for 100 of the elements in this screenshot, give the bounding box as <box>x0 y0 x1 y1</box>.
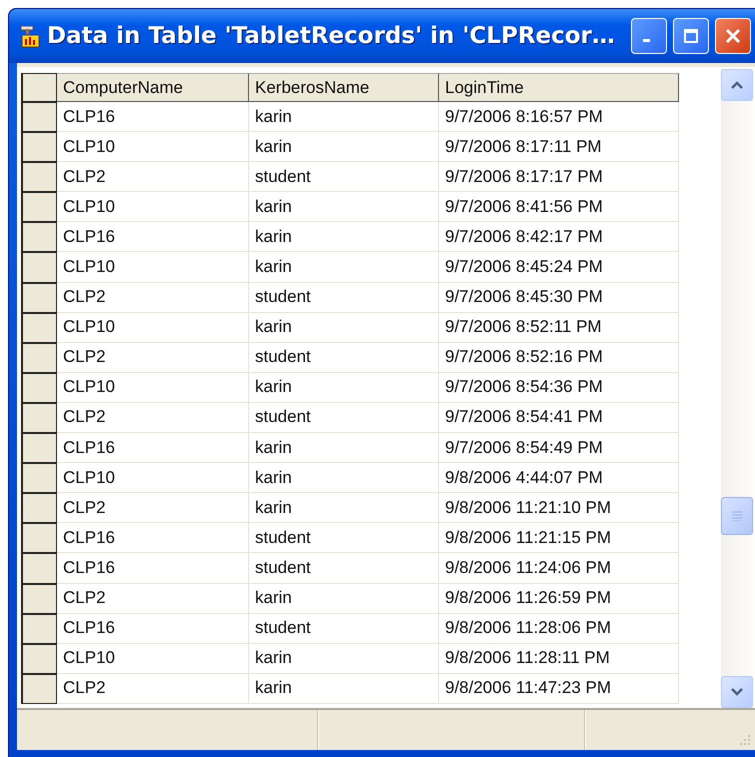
table-cell: karin <box>249 222 439 252</box>
table-cell: 9/7/2006 8:17:11 PM <box>439 132 679 162</box>
table-cell: student <box>249 162 439 192</box>
table-cell: CLP2 <box>57 584 249 614</box>
table-cell: CLP2 <box>57 674 249 704</box>
table-cell: 9/8/2006 11:21:15 PM <box>439 523 679 554</box>
row-selector[interactable] <box>21 523 57 554</box>
table-cell: CLP2 <box>57 342 249 373</box>
scroll-up-button[interactable] <box>721 69 753 101</box>
row-selector[interactable] <box>21 282 57 313</box>
close-button[interactable] <box>715 18 751 54</box>
table-cell: student <box>249 402 439 434</box>
table-cell: student <box>249 282 439 313</box>
table-cell: CLP16 <box>57 433 249 464</box>
window-title: Data in Table 'TabletRecords' in 'CLPRecor… <box>47 23 616 49</box>
row-selector[interactable] <box>21 463 57 494</box>
table-cell: 9/7/2006 8:41:56 PM <box>439 192 679 222</box>
table-cell: CLP16 <box>57 523 249 554</box>
column-header[interactable]: KerberosName <box>249 73 439 102</box>
maximize-button[interactable] <box>673 18 709 54</box>
row-header <box>21 73 57 102</box>
table-cell: 9/7/2006 8:45:24 PM <box>439 252 679 283</box>
table-cell: CLP10 <box>57 463 249 494</box>
row-selector[interactable] <box>21 222 57 252</box>
table-cell: CLP10 <box>57 644 249 674</box>
table-cell: student <box>249 342 439 373</box>
table-cell: karin <box>249 433 439 464</box>
row-selector[interactable] <box>21 102 57 132</box>
row-selector[interactable] <box>21 614 57 644</box>
table-hammer-icon <box>19 24 41 48</box>
table-cell: 9/7/2006 8:54:41 PM <box>439 402 679 434</box>
table-cell: CLP16 <box>57 553 249 584</box>
close-icon <box>725 28 741 44</box>
table-cell: 9/8/2006 11:28:06 PM <box>439 614 679 644</box>
table-cell: 9/7/2006 8:52:11 PM <box>439 312 679 343</box>
table-cell: CLP16 <box>57 222 249 252</box>
row-selector[interactable] <box>21 402 57 434</box>
table-cell: CLP10 <box>57 132 249 162</box>
table-cell: karin <box>249 252 439 283</box>
scroll-thumb[interactable] <box>721 497 753 535</box>
table-cell: karin <box>249 372 439 403</box>
vertical-scrollbar[interactable] <box>721 69 755 708</box>
minimize-icon <box>642 38 650 42</box>
table-cell: 9/7/2006 8:54:49 PM <box>439 433 679 464</box>
table-cell: CLP16 <box>57 614 249 644</box>
row-selector[interactable] <box>21 162 57 192</box>
grip-icon <box>731 511 743 521</box>
table-cell: karin <box>249 493 439 524</box>
row-selector[interactable] <box>21 674 57 704</box>
table-cell: 9/7/2006 8:42:17 PM <box>439 222 679 252</box>
table-cell: 9/8/2006 11:47:23 PM <box>439 674 679 704</box>
table-cell: CLP2 <box>57 162 249 192</box>
table-cell: karin <box>249 132 439 162</box>
chevron-up-icon <box>731 81 743 89</box>
column-header[interactable]: ComputerName <box>57 73 249 102</box>
row-selector[interactable] <box>21 252 57 283</box>
row-selector[interactable] <box>21 342 57 373</box>
table-cell: CLP2 <box>57 493 249 524</box>
table-cell: CLP10 <box>57 372 249 403</box>
minimize-button[interactable] <box>631 18 667 54</box>
table-cell: 9/8/2006 11:24:06 PM <box>439 553 679 584</box>
table-cell: student <box>249 614 439 644</box>
table-cell: CLP2 <box>57 282 249 313</box>
table-cell: karin <box>249 674 439 704</box>
column-header[interactable]: LoginTime <box>439 73 679 102</box>
table-cell: 9/8/2006 11:21:10 PM <box>439 493 679 524</box>
table-cell: student <box>249 553 439 584</box>
table-cell: student <box>249 523 439 554</box>
table-cell: CLP10 <box>57 192 249 222</box>
row-selector[interactable] <box>21 192 57 222</box>
scroll-down-button[interactable] <box>721 676 753 708</box>
row-selector[interactable] <box>21 132 57 162</box>
resize-grip-icon <box>739 734 751 746</box>
table-cell: CLP10 <box>57 312 249 343</box>
table-cell: 9/8/2006 4:44:07 PM <box>439 463 679 494</box>
row-selector[interactable] <box>21 584 57 614</box>
table-cell: karin <box>249 192 439 222</box>
table-cell: 9/8/2006 11:26:59 PM <box>439 584 679 614</box>
maximize-icon <box>683 28 699 44</box>
table-cell: 9/7/2006 8:16:57 PM <box>439 102 679 132</box>
row-selector[interactable] <box>21 553 57 584</box>
table-cell: 9/8/2006 11:28:11 PM <box>439 644 679 674</box>
table-cell: 9/7/2006 8:52:16 PM <box>439 342 679 373</box>
table-cell: karin <box>249 584 439 614</box>
table-cell: 9/7/2006 8:17:17 PM <box>439 162 679 192</box>
table-cell: CLP2 <box>57 402 249 434</box>
chevron-down-icon <box>731 688 743 696</box>
table-cell: karin <box>249 312 439 343</box>
table-cell: karin <box>249 102 439 132</box>
table-cell: 9/7/2006 8:54:36 PM <box>439 372 679 403</box>
table-cell: CLP16 <box>57 102 249 132</box>
row-selector[interactable] <box>21 312 57 343</box>
table-cell: karin <box>249 644 439 674</box>
table-cell: karin <box>249 463 439 494</box>
row-selector[interactable] <box>21 372 57 403</box>
row-selector[interactable] <box>21 433 57 464</box>
row-selector[interactable] <box>21 493 57 524</box>
row-selector[interactable] <box>21 644 57 674</box>
table-cell: 9/7/2006 8:45:30 PM <box>439 282 679 313</box>
table-cell: CLP10 <box>57 252 249 283</box>
